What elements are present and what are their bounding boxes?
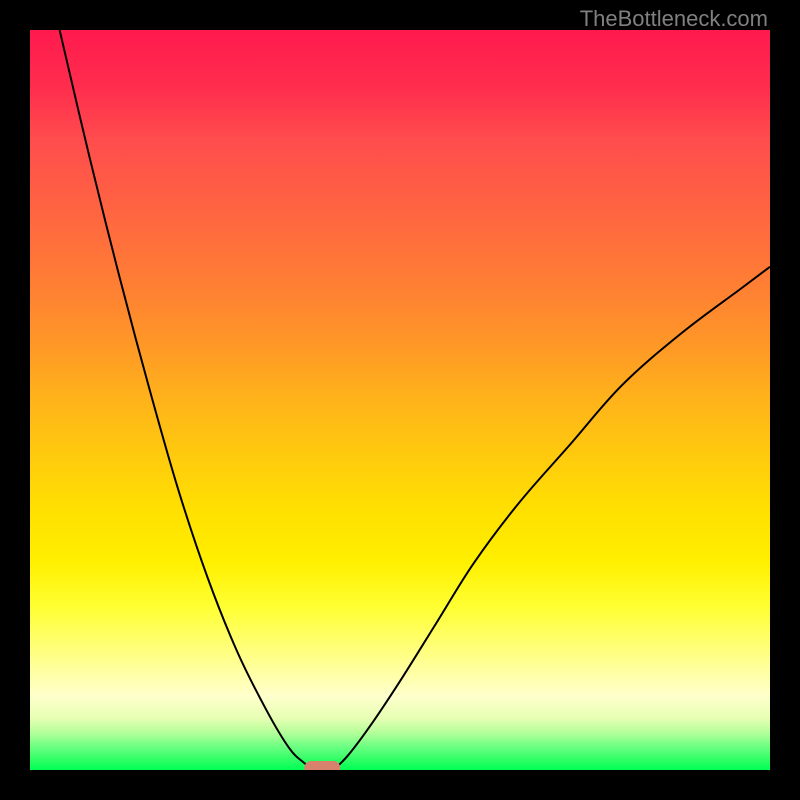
curve-left-curve [60, 30, 315, 770]
curve-right-curve [333, 267, 770, 770]
chart-svg [30, 30, 770, 770]
chart-area [30, 30, 770, 770]
curves-group [60, 30, 770, 770]
bottleneck-marker [304, 761, 340, 770]
watermark-text: TheBottleneck.com [580, 6, 768, 32]
marker-group [304, 761, 340, 770]
